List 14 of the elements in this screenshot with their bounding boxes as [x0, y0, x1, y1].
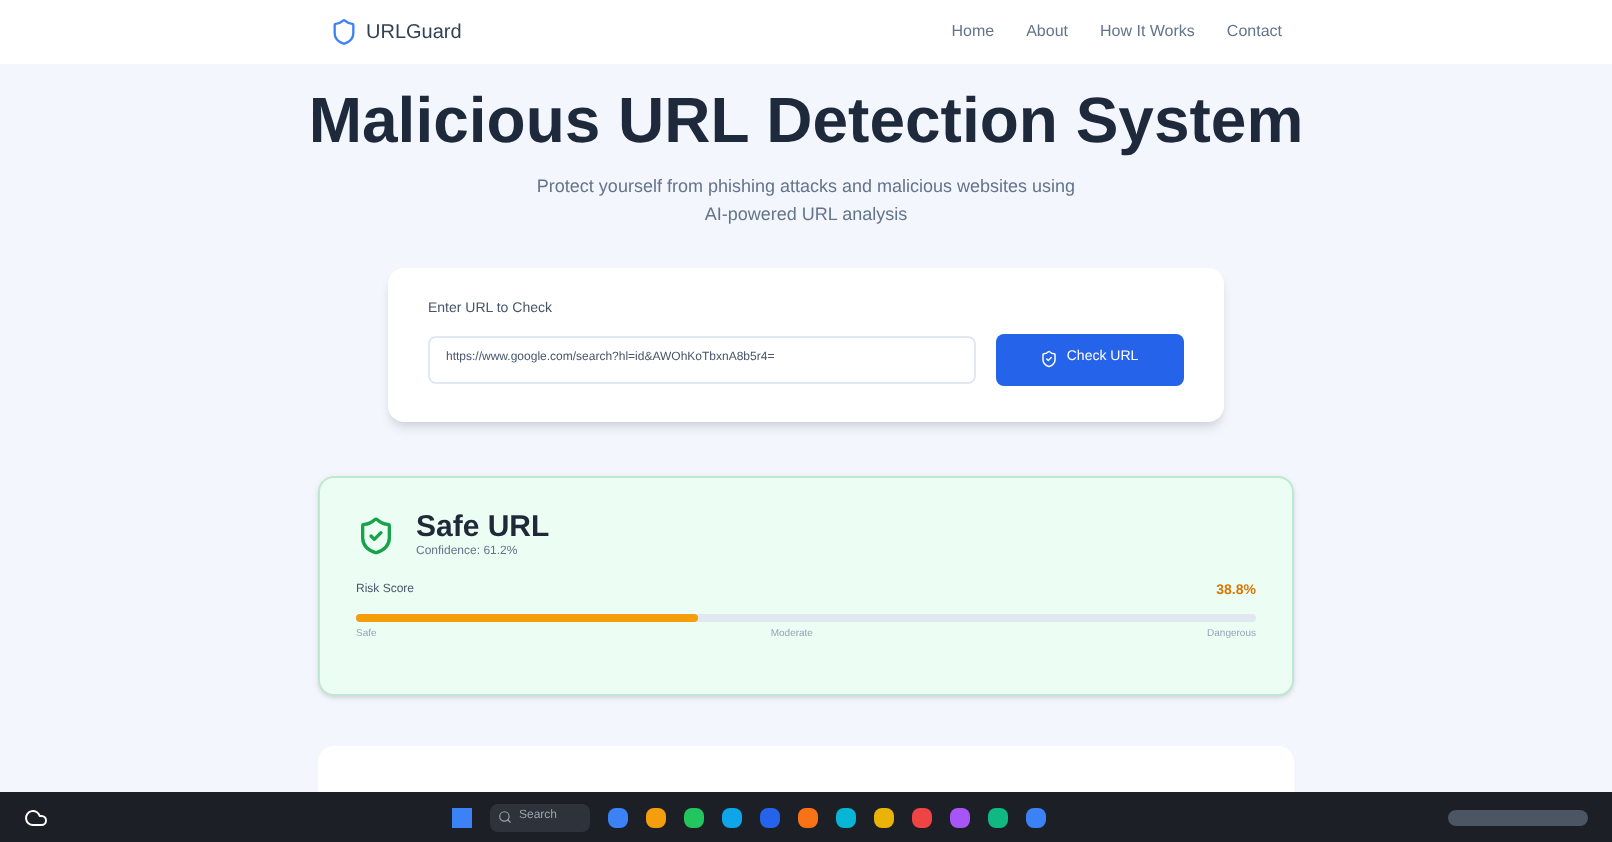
nav-link[interactable]: How It Works: [1100, 20, 1195, 44]
cloud-icon[interactable]: [24, 805, 48, 829]
nav-link[interactable]: Home: [951, 20, 995, 44]
page-title: Malicious URL Detection System: [308, 82, 1304, 160]
nav-link[interactable]: About: [1026, 20, 1068, 44]
shield-check-icon: [356, 516, 396, 556]
result-title: Safe URL: [416, 510, 550, 544]
brand-name[interactable]: URLGuard: [366, 17, 462, 47]
page-subtitle: Protect yourself from phishing attacks and malicious websites using AI-powered URL analysis: [536, 174, 1076, 228]
shield-icon: [1040, 350, 1059, 368]
nav-link[interactable]: Contact: [1226, 20, 1282, 44]
start-icon[interactable]: [451, 807, 471, 827]
search-icon: [497, 810, 511, 824]
shield-icon: [330, 18, 358, 46]
